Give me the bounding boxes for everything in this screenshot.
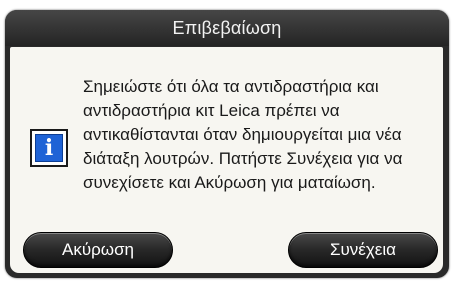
dialog-message: Σημειώστε ότι όλα τα αντιδραστήρια και α… [83, 77, 403, 192]
cancel-button[interactable]: Ακύρωση [23, 232, 173, 268]
continue-button[interactable]: Συνέχεια [288, 232, 438, 268]
info-icon-glyph: i [35, 134, 63, 162]
info-icon: i [30, 129, 68, 167]
dialog-titlebar: Επιβεβαίωση [5, 10, 449, 46]
dialog-title: Επιβεβαίωση [172, 17, 282, 38]
